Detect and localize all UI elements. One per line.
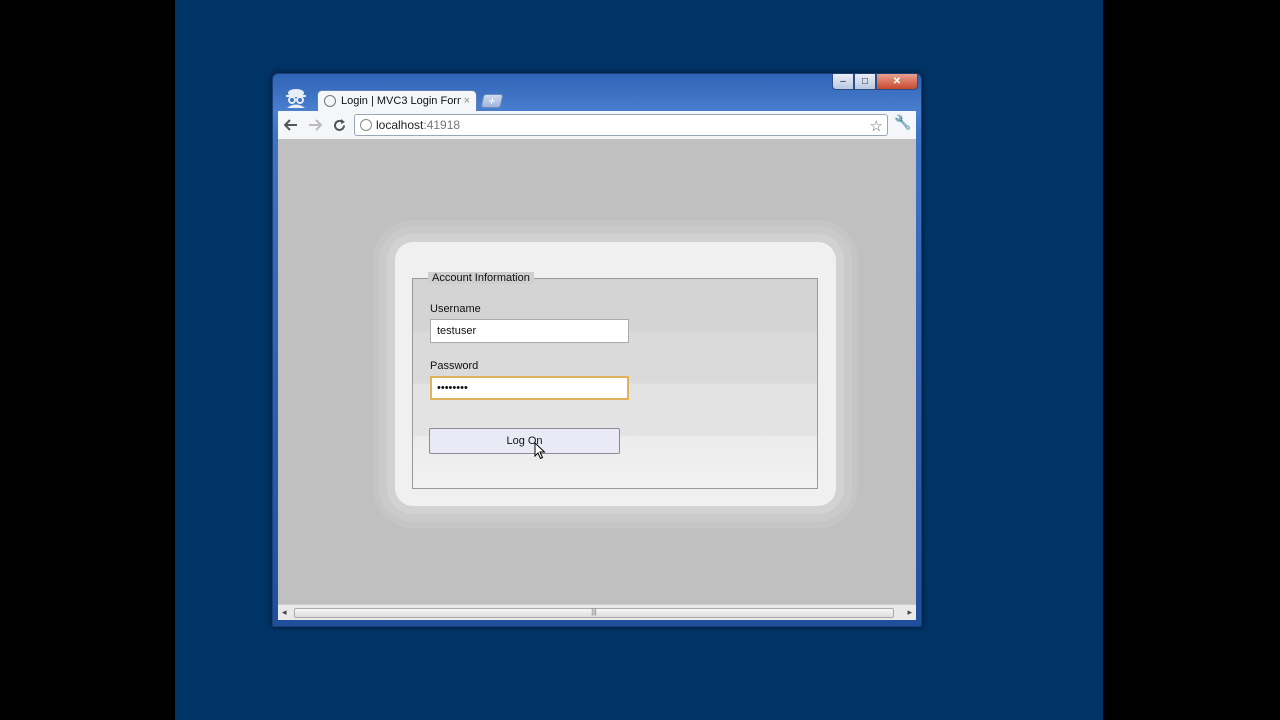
incognito-icon [286, 89, 306, 108]
globe-icon [324, 95, 336, 107]
close-window-button[interactable]: ✕ [876, 74, 918, 90]
address-bar[interactable]: localhost:41918 ☆ [354, 114, 888, 136]
forward-icon[interactable] [304, 114, 326, 136]
url-port: :41918 [423, 118, 461, 132]
page-viewport: Login Form Example Account Information U… [278, 139, 916, 604]
page-title: Login Form Example [517, 221, 677, 238]
scroll-left-icon[interactable]: ◂ [282, 607, 287, 618]
back-icon[interactable] [280, 114, 302, 136]
reload-icon[interactable] [328, 114, 350, 136]
username-field[interactable]: testuser [430, 319, 629, 343]
new-tab-button[interactable]: + [480, 94, 504, 108]
scrollbar-thumb[interactable]: ||| [294, 608, 894, 618]
horizontal-scrollbar[interactable]: ◂ ||| ▸ [278, 604, 916, 620]
browser-toolbar: localhost:41918 ☆ 🔧 [278, 111, 916, 139]
scroll-right-icon[interactable]: ▸ [907, 607, 912, 618]
tab-close-icon[interactable]: × [464, 95, 470, 107]
fieldset-legend: Account Information [428, 272, 534, 284]
maximize-button[interactable]: □ [854, 74, 876, 90]
url-host: localhost [376, 118, 424, 132]
mouse-cursor-icon [534, 442, 546, 460]
password-label: Password [430, 360, 479, 372]
bookmark-star-icon[interactable]: ☆ [870, 117, 883, 135]
username-label: Username [430, 303, 481, 315]
minimize-button[interactable]: – [832, 74, 854, 90]
log-on-button[interactable]: Log On [429, 428, 620, 454]
tab-title: Login | MVC3 Login Form E [341, 95, 461, 107]
wrench-icon[interactable]: 🔧 [894, 114, 911, 131]
password-field[interactable]: •••••••• [430, 376, 629, 400]
tab-login[interactable]: Login | MVC3 Login Form E × [317, 90, 477, 111]
page-info-icon [360, 119, 372, 131]
window-caption-buttons: – □ ✕ [832, 74, 918, 90]
browser-window: Login | MVC3 Login Form E × + – □ ✕ loca… [272, 73, 922, 627]
